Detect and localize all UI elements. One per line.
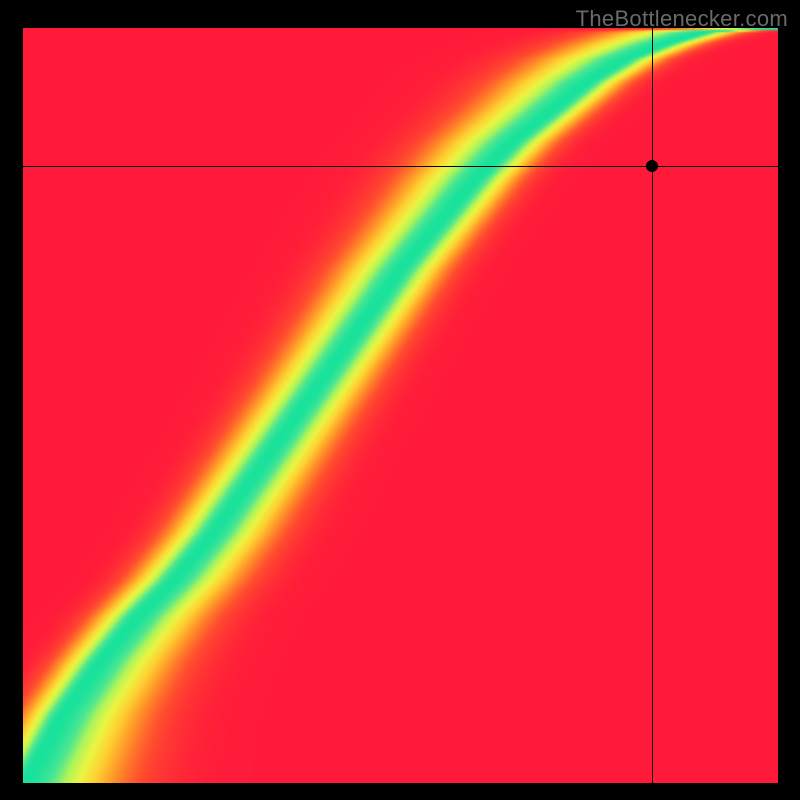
crosshair-vertical <box>652 28 653 783</box>
watermark-text: TheBottlenecker.com <box>576 6 788 32</box>
crosshair-horizontal <box>23 166 778 167</box>
heatmap-plot <box>23 28 778 783</box>
marker-dot <box>646 160 658 172</box>
heatmap-canvas <box>23 28 778 783</box>
